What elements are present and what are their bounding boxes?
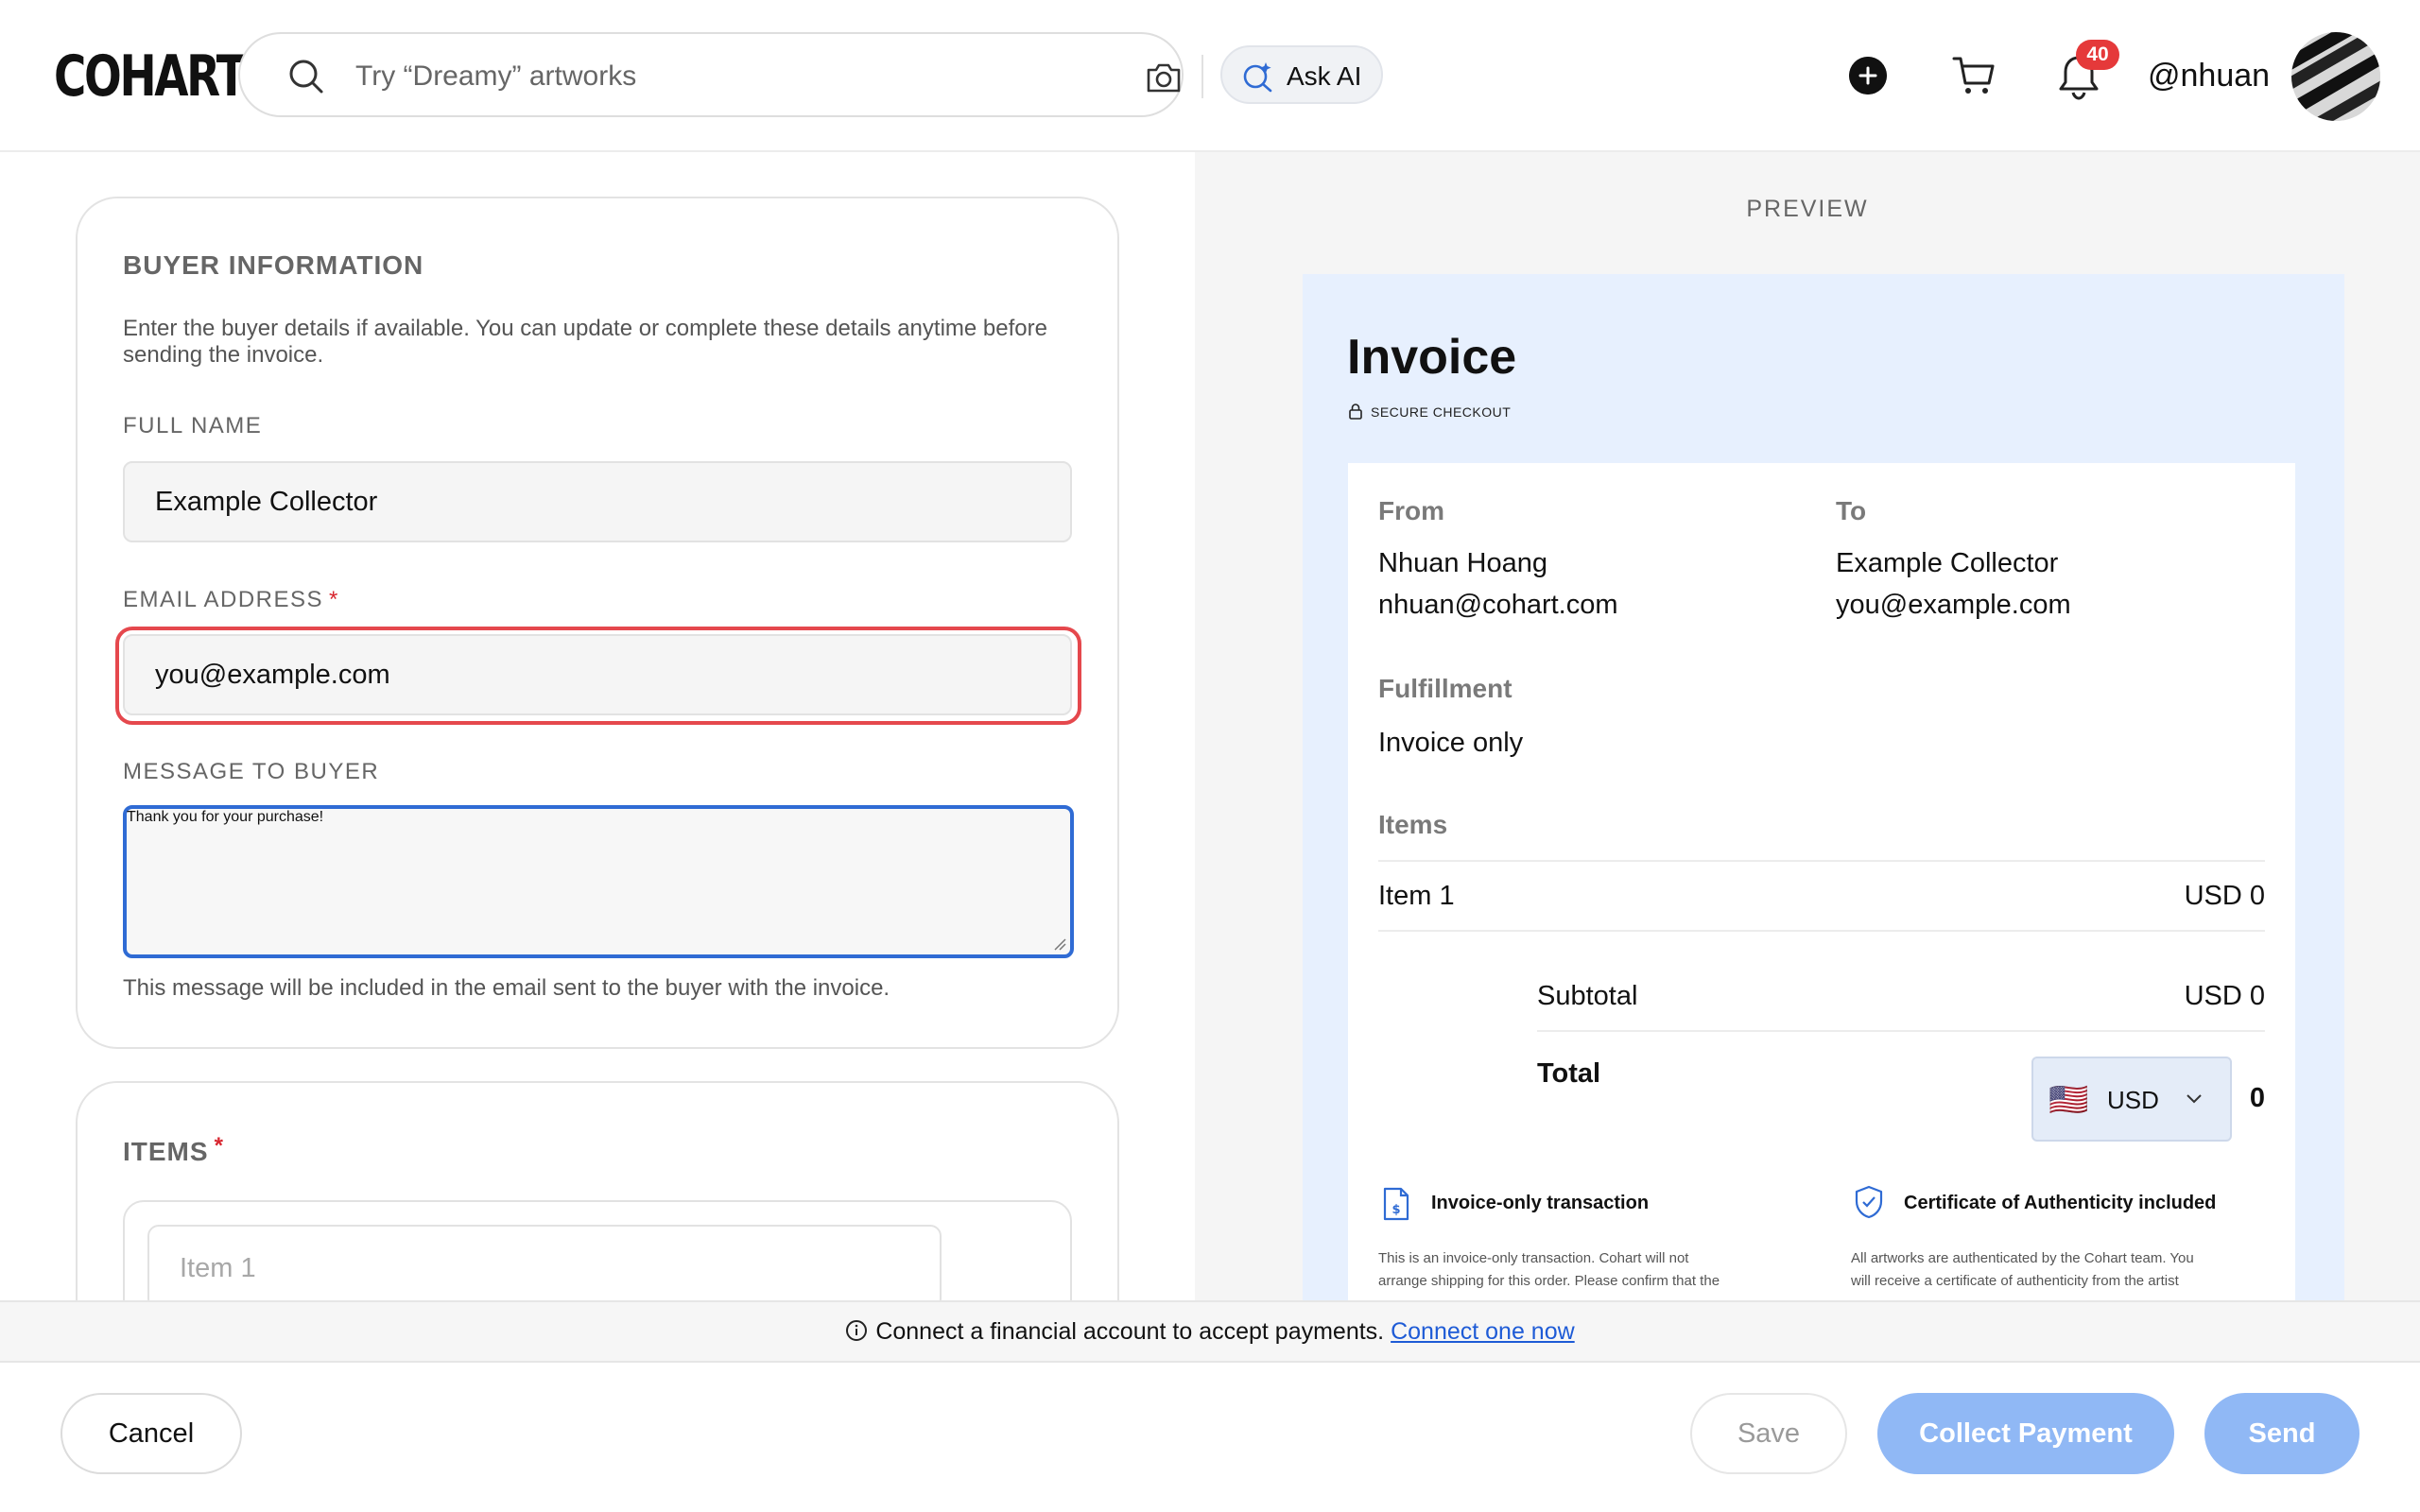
svg-text:$: $ xyxy=(1392,1203,1400,1217)
full-name-label: FULL NAME xyxy=(123,413,263,438)
ask-ai-label: Ask AI xyxy=(1287,61,1362,91)
items-label: Items xyxy=(1378,810,1448,839)
message-textarea[interactable]: Thank you for your purchase! xyxy=(123,805,1074,958)
divider xyxy=(1378,860,2265,862)
message-help-text: This message will be included in the ema… xyxy=(123,975,890,1001)
fulfillment-label: Fulfillment xyxy=(1378,674,1512,703)
feature-invoice-only-text-1: This is an invoice-only transaction. Coh… xyxy=(1378,1250,1689,1266)
invoice-preview: Invoice SECURE CHECKOUT From Nhuan Hoang… xyxy=(1303,274,2344,1314)
username[interactable]: @nhuan xyxy=(2148,57,2270,94)
app-root: COHART Try “Dreamy” artworks Ask AI 40 @… xyxy=(0,0,2420,1512)
email-address-label: EMAIL ADDRESS * xyxy=(123,586,339,614)
item-name-input[interactable]: Item 1 xyxy=(147,1225,942,1310)
shield-check-icon xyxy=(1855,1185,1883,1219)
total-value: 0 xyxy=(2249,1083,2265,1113)
email-address-label-text: EMAIL ADDRESS xyxy=(123,587,324,612)
send-button[interactable]: Send xyxy=(2204,1393,2360,1474)
feature-invoice-only-title: Invoice-only transaction xyxy=(1431,1193,1650,1213)
save-button[interactable]: Save xyxy=(1690,1393,1847,1474)
email-field[interactable]: you@example.com xyxy=(123,634,1072,715)
full-name-value: Example Collector xyxy=(155,487,378,517)
avatar[interactable] xyxy=(2291,32,2380,121)
connect-account-link[interactable]: Connect one now xyxy=(1391,1318,1575,1345)
items-title-text: ITEMS xyxy=(123,1137,209,1166)
plus-circle-icon[interactable] xyxy=(1849,57,1887,94)
secure-checkout: SECURE CHECKOUT xyxy=(1348,403,1511,421)
cohart-logo[interactable]: COHART xyxy=(54,43,247,110)
payment-notice-bar: Connect a financial account to accept pa… xyxy=(0,1300,2420,1363)
resize-handle-icon[interactable] xyxy=(1053,937,1066,951)
top-header: COHART Try “Dreamy” artworks Ask AI 40 @… xyxy=(0,0,2420,152)
subtotal-value: USD 0 xyxy=(2184,981,2265,1011)
feature-invoice-only-text-2: arrange shipping for this order. Please … xyxy=(1378,1273,1720,1289)
total-label: Total xyxy=(1537,1058,1601,1089)
us-flag-icon: 🇺🇸 xyxy=(2048,1082,2089,1118)
currency-value: USD xyxy=(2107,1086,2159,1114)
ai-sparkle-icon xyxy=(1243,62,1272,93)
email-value: you@example.com xyxy=(155,660,390,690)
buyer-information-title: BUYER INFORMATION xyxy=(123,250,424,280)
search-divider xyxy=(1201,55,1203,98)
search-bar[interactable]: Try “Dreamy” artworks Ask AI xyxy=(238,32,1383,117)
full-name-field[interactable]: Example Collector xyxy=(123,461,1072,542)
notice-text: Connect a financial account to accept pa… xyxy=(875,1318,1385,1345)
invoice-title: Invoice xyxy=(1347,330,1517,385)
to-email: you@example.com xyxy=(1836,590,2071,620)
preview-label: PREVIEW xyxy=(1746,196,1869,222)
cart-icon[interactable] xyxy=(1951,53,1996,98)
ask-ai-button[interactable]: Ask AI xyxy=(1220,45,1383,104)
invoice-document-icon: $ xyxy=(1383,1187,1409,1221)
info-icon xyxy=(846,1320,868,1341)
subtotal-label: Subtotal xyxy=(1537,981,1638,1011)
footer-actions: Cancel Save Collect Payment Send xyxy=(0,1363,2420,1512)
buyer-information-description: Enter the buyer details if available. Yo… xyxy=(123,316,1047,368)
to-label: To xyxy=(1836,496,1867,525)
item-name-placeholder: Item 1 xyxy=(180,1253,256,1283)
collect-payment-button[interactable]: Collect Payment xyxy=(1877,1393,2174,1474)
search-icon xyxy=(289,60,323,94)
invoice-sheet: From Nhuan Hoang nhuan@cohart.com To Exa… xyxy=(1348,463,2295,1314)
message-to-buyer-label: MESSAGE TO BUYER xyxy=(123,759,380,784)
camera-icon[interactable] xyxy=(1144,58,1184,97)
feature-certificate-text-2: will receive a certificate of authentici… xyxy=(1851,1273,2179,1289)
required-mark: * xyxy=(329,587,339,612)
item-row-name: Item 1 xyxy=(1378,881,1455,911)
required-mark: * xyxy=(214,1133,224,1159)
from-name: Nhuan Hoang xyxy=(1378,548,1547,578)
buyer-information-card: BUYER INFORMATION Enter the buyer detail… xyxy=(76,197,1119,1049)
from-email: nhuan@cohart.com xyxy=(1378,590,1618,620)
feature-certificate-text-1: All artworks are authenticated by the Co… xyxy=(1851,1250,2194,1266)
search-input[interactable]: Try “Dreamy” artworks xyxy=(355,59,636,94)
to-name: Example Collector xyxy=(1836,548,2059,578)
chevron-down-icon xyxy=(2187,1094,2202,1104)
divider xyxy=(1537,1030,2265,1032)
lock-icon xyxy=(1349,404,1362,420)
fulfillment-value: Invoice only xyxy=(1378,728,1524,758)
notification-badge: 40 xyxy=(2076,40,2119,70)
from-label: From xyxy=(1378,496,1444,525)
secure-checkout-label: SECURE CHECKOUT xyxy=(1371,404,1512,420)
divider xyxy=(1378,930,2265,932)
items-title: ITEMS * xyxy=(123,1130,224,1168)
message-value: Thank you for your purchase! xyxy=(127,809,324,825)
item-row-price: USD 0 xyxy=(2184,881,2265,911)
cancel-button[interactable]: Cancel xyxy=(60,1393,242,1474)
currency-select[interactable]: 🇺🇸 USD xyxy=(2031,1057,2232,1142)
feature-certificate-title: Certificate of Authenticity included xyxy=(1904,1193,2217,1213)
